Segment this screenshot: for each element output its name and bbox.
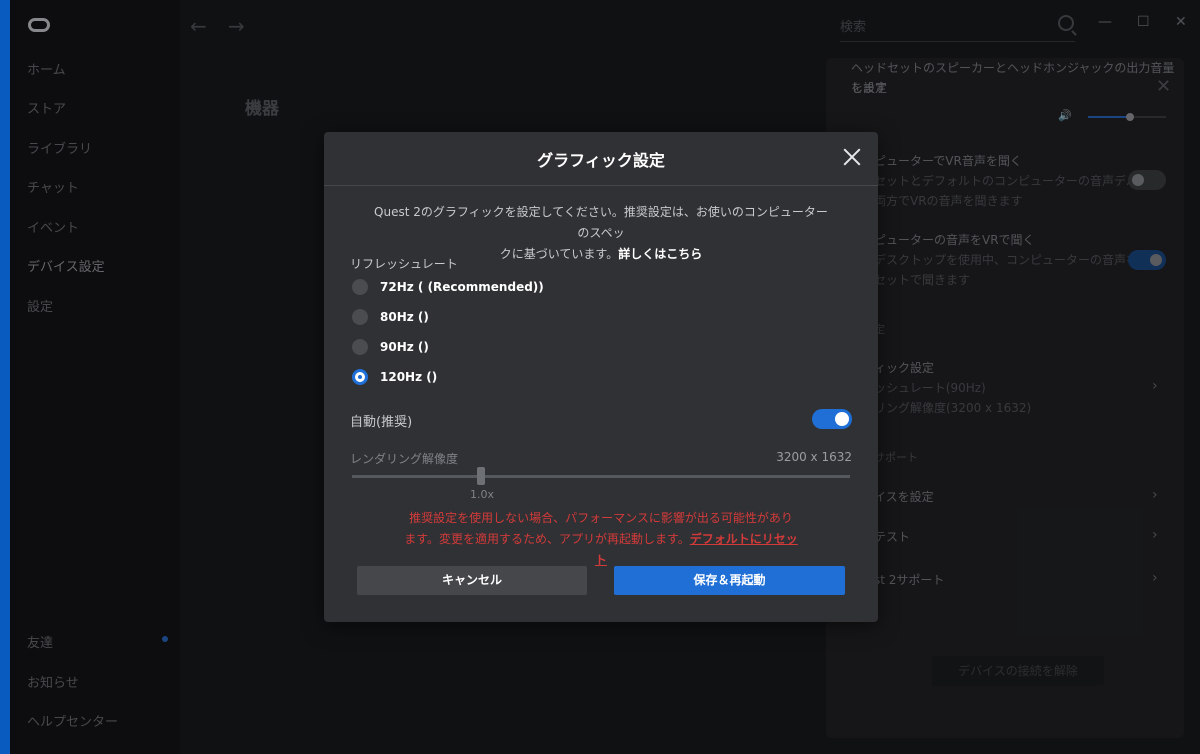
- learn-more-link[interactable]: 詳しくはこちら: [618, 247, 702, 261]
- dialog-title: グラフィック設定: [537, 151, 665, 170]
- refresh-rate-label: リフレッシュレート: [350, 257, 458, 271]
- radio-label: 80Hz (): [380, 310, 429, 324]
- desc-line-2: クに基づいています。: [499, 247, 619, 261]
- warn-line-2: ます。変更を適用するため、アプリが再起動します。: [404, 532, 690, 546]
- resolution-slider-knob[interactable]: [477, 467, 485, 485]
- graphics-settings-dialog: グラフィック設定 Quest 2のグラフィックを設定してください。推奨設定は、お…: [324, 132, 878, 622]
- warn-line-1: 推奨設定を使用しない場合、パフォーマンスに影響が出る可能性があり: [409, 511, 793, 525]
- close-icon[interactable]: [841, 146, 863, 168]
- auto-label: 自動(推奨): [350, 415, 413, 430]
- save-restart-button[interactable]: 保存＆再起動: [614, 566, 845, 595]
- warning-text: 推奨設定を使用しない場合、パフォーマンスに影響が出る可能性があり ます。変更を適…: [404, 508, 798, 571]
- auto-toggle[interactable]: [812, 409, 852, 429]
- radio-button-selected[interactable]: [352, 369, 368, 385]
- divider: [324, 185, 878, 186]
- radio-label: 72Hz ( (Recommended)): [380, 280, 544, 294]
- resolution-slider[interactable]: [352, 475, 850, 478]
- radio-button[interactable]: [352, 279, 368, 295]
- radio-label: 120Hz (): [380, 370, 438, 384]
- resolution-value: 3200 x 1632: [776, 450, 852, 464]
- radio-button[interactable]: [352, 309, 368, 325]
- resolution-label: レンダリング解像度: [350, 452, 459, 466]
- toggle-knob: [835, 412, 849, 426]
- desc-line-1: Quest 2のグラフィックを設定してください。推奨設定は、お使いのコンピュータ…: [374, 205, 828, 240]
- radio-button[interactable]: [352, 339, 368, 355]
- cancel-button[interactable]: キャンセル: [357, 566, 587, 595]
- resolution-scale-label: 1.0x: [470, 488, 495, 501]
- radio-label: 90Hz (): [380, 340, 429, 354]
